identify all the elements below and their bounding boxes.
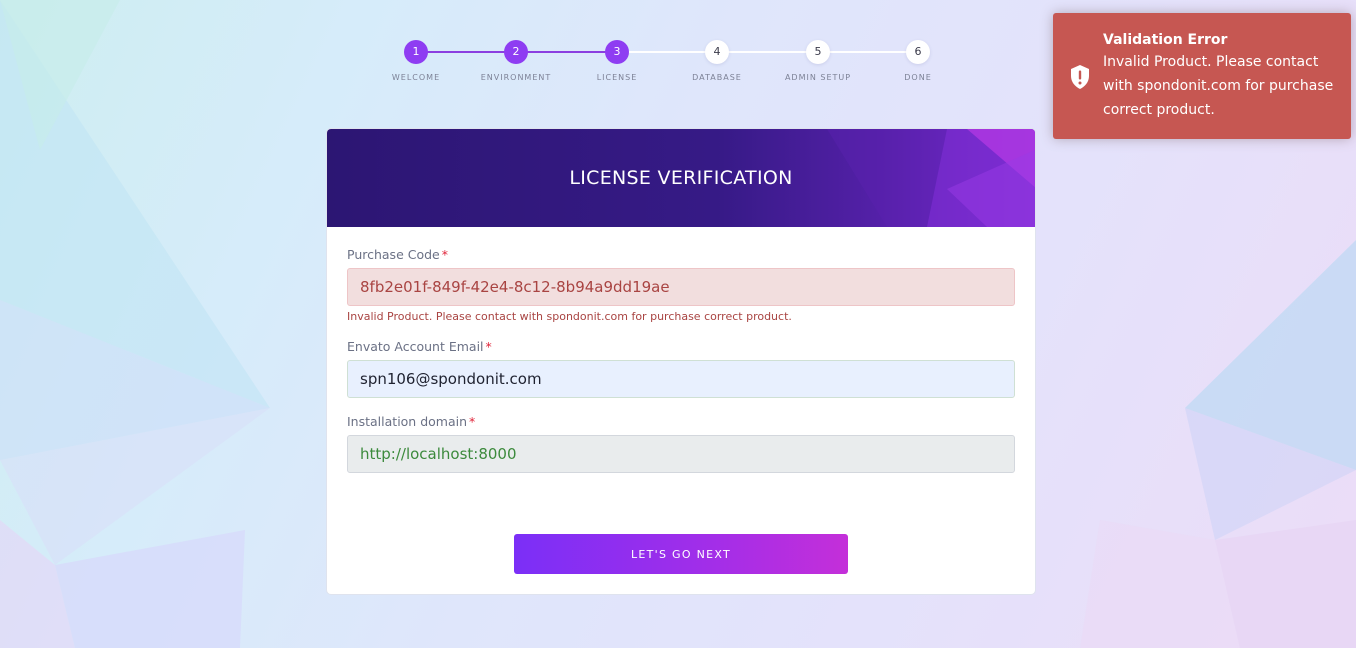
purchase-code-error: Invalid Product. Please contact with spo… [347,310,792,323]
installation-domain-input[interactable] [347,435,1015,473]
license-card: LICENSE VERIFICATION Purchase Code* Inva… [326,128,1036,595]
installer-stepper: 1 WELCOME 2 ENVIRONMENT 3 LICENSE 4 DATA… [366,38,968,98]
step-label: ADMIN SETUP [784,73,852,82]
step-welcome: 1 WELCOME [366,38,466,82]
step-label: ENVIRONMENT [480,73,552,82]
required-mark: * [469,414,476,429]
shield-alert-icon [1071,65,1089,89]
purchase-code-input[interactable] [347,268,1015,306]
purchase-code-label-text: Purchase Code [347,247,440,262]
step-label: WELCOME [391,73,441,82]
installation-domain-group: Installation domain * [347,414,1015,473]
toast-title: Validation Error [1103,32,1228,48]
required-mark: * [485,339,492,354]
step-number: 6 [906,40,930,64]
step-environment: 2 ENVIRONMENT [466,38,566,82]
step-number: 1 [404,40,428,64]
step-number: 3 [605,40,629,64]
toast-message: Invalid Product. Please contact with spo… [1103,54,1334,118]
step-label: DONE [904,73,932,82]
envato-email-label: Envato Account Email * [347,339,1015,356]
purchase-code-group: Purchase Code* Invalid Product. Please c… [347,247,1015,323]
validation-error-toast[interactable]: Validation Error Invalid Product. Please… [1053,13,1351,139]
purchase-code-label: Purchase Code * [347,247,1015,264]
step-number: 2 [504,40,528,64]
lets-go-next-button[interactable]: LET'S GO NEXT [514,534,848,574]
envato-email-label-text: Envato Account Email [347,339,484,354]
step-license: 3 LICENSE [567,38,667,82]
installation-domain-label-text: Installation domain [347,414,468,429]
required-mark: * [441,247,448,262]
installation-domain-label: Installation domain * [347,414,1015,431]
step-admin-setup: 5 ADMIN SETUP [768,38,868,82]
card-header: LICENSE VERIFICATION [327,129,1035,227]
envato-email-group: Envato Account Email * [347,339,1015,398]
license-form: Purchase Code* Invalid Product. Please c… [327,227,1035,473]
step-label: LICENSE [596,73,638,82]
envato-email-input[interactable] [347,360,1015,398]
toast-content: Validation Error Invalid Product. Please… [1103,30,1343,122]
step-done: 6 DONE [868,38,968,82]
step-number: 4 [705,40,729,64]
card-title: LICENSE VERIFICATION [569,167,793,189]
step-database: 4 DATABASE [667,38,767,82]
step-number: 5 [806,40,830,64]
step-label: DATABASE [692,73,742,82]
